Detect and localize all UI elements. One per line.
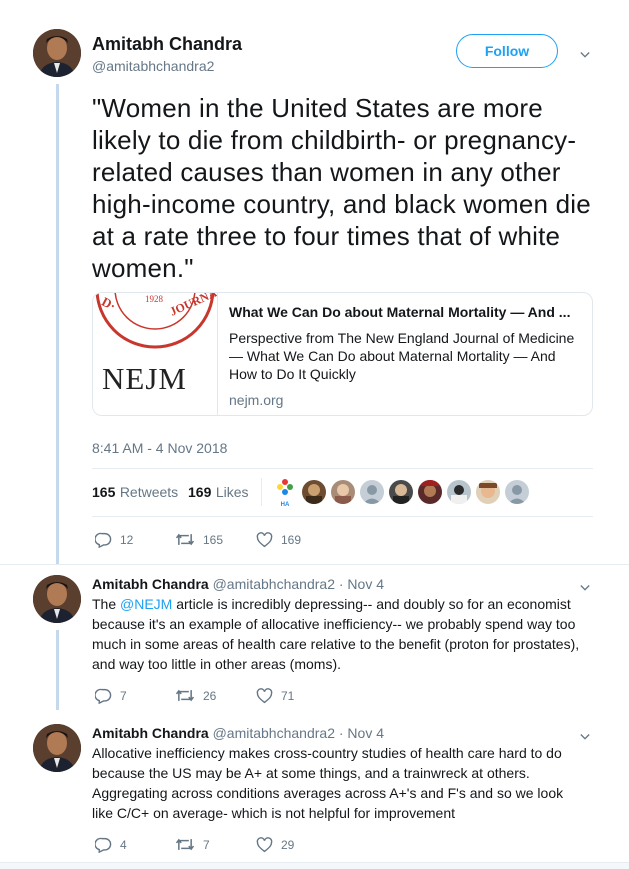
reply-header: Amitabh Chandra @amitabhchandra2 · Nov 4 [92, 725, 384, 741]
like-count: 169 [281, 533, 302, 547]
like-count: 71 [281, 689, 295, 703]
author-name[interactable]: Amitabh Chandra [92, 725, 209, 741]
liker-avatar[interactable]: HA [276, 478, 294, 508]
like-button[interactable]: 71 [256, 688, 294, 704]
reply-header: Amitabh Chandra @amitabhchandra2 · Nov 4 [92, 576, 384, 592]
reply-count: 7 [120, 689, 127, 703]
likes-count: 169 [188, 484, 212, 500]
divider [92, 516, 593, 517]
stats-separator [261, 478, 262, 506]
like-count: 29 [281, 838, 295, 852]
likes-stat[interactable]: 169 Likes [188, 484, 249, 502]
avatar[interactable] [33, 724, 81, 772]
heart-icon [256, 532, 273, 548]
bottom-bar [0, 863, 629, 869]
divider [0, 564, 629, 565]
author-name[interactable]: Amitabh Chandra [92, 34, 242, 55]
reply-button[interactable]: 12 [95, 532, 133, 548]
retweet-button[interactable]: 26 [175, 688, 216, 703]
liker-avatar[interactable] [447, 480, 471, 504]
card-thumbnail: 1928 D· JOURNAL NEJM [93, 293, 226, 415]
retweet-icon [175, 533, 195, 546]
retweets-stat[interactable]: 165 Retweets [92, 484, 178, 502]
liker-avatar[interactable] [505, 480, 529, 504]
tweet-timestamp[interactable]: 8:41 AM - 4 Nov 2018 [92, 440, 227, 456]
reply-icon [95, 532, 112, 548]
mention-link[interactable]: @NEJM [120, 596, 172, 612]
reply-icon [95, 688, 112, 704]
link-card[interactable]: 1928 D· JOURNAL NEJM What We Can Do abou… [92, 292, 593, 416]
reply-icon [95, 837, 112, 853]
heart-icon [256, 688, 273, 704]
liker-avatar[interactable] [389, 480, 413, 504]
svg-text:1928: 1928 [145, 294, 164, 304]
author-handle[interactable]: @amitabhchandra2 [213, 576, 335, 592]
reply-date[interactable]: · Nov 4 [339, 725, 384, 741]
chevron-down-icon[interactable] [580, 47, 590, 65]
avatar[interactable] [33, 29, 81, 77]
retweet-icon [175, 838, 195, 851]
reply-button[interactable]: 4 [95, 837, 127, 853]
thread-line [56, 84, 59, 564]
like-button[interactable]: 169 [256, 532, 301, 548]
reply-count: 4 [120, 838, 127, 852]
retweet-icon [175, 689, 195, 702]
retweet-button[interactable]: 165 [175, 532, 223, 547]
reply-text-start: The [92, 596, 121, 612]
nejm-logo: NEJM [102, 361, 187, 396]
heart-icon [256, 837, 273, 853]
follow-button[interactable]: Follow [456, 34, 558, 68]
reply-text: Allocative inefficiency makes cross-coun… [92, 745, 564, 821]
author-handle[interactable]: @amitabhchandra2 [92, 58, 214, 74]
reply-text: The @NEJM article is incredibly depressi… [92, 594, 597, 674]
avatar[interactable] [33, 575, 81, 623]
reply-date[interactable]: · Nov 4 [339, 576, 384, 592]
liker-avatar[interactable] [360, 480, 384, 504]
retweets-label: Retweets [119, 484, 179, 500]
author-handle[interactable]: @amitabhchandra2 [213, 725, 335, 741]
liker-avatar[interactable] [331, 480, 355, 504]
card-domain: nejm.org [229, 392, 284, 408]
liker-avatar[interactable] [418, 480, 442, 504]
author-name[interactable]: Amitabh Chandra [92, 576, 209, 592]
liker-avatar[interactable] [302, 480, 326, 504]
card-description: Perspective from The New England Journal… [229, 330, 575, 382]
reply-count: 12 [120, 533, 134, 547]
reply-button[interactable]: 7 [95, 688, 127, 704]
retweet-button[interactable]: 7 [175, 837, 210, 852]
likes-label: Likes [215, 484, 249, 500]
thread-line [56, 630, 59, 710]
tweet-text: "Women in the United States are more lik… [92, 93, 591, 283]
retweet-count: 7 [203, 837, 210, 852]
card-title: What We Can Do about Maternal Mortality … [229, 304, 571, 320]
retweets-count: 165 [92, 484, 116, 500]
retweet-count: 26 [203, 688, 217, 703]
liker-avatar[interactable] [476, 480, 500, 504]
divider [92, 468, 593, 469]
liker-badge: HA [280, 502, 290, 508]
like-button[interactable]: 29 [256, 837, 294, 853]
retweet-count: 165 [203, 532, 224, 547]
